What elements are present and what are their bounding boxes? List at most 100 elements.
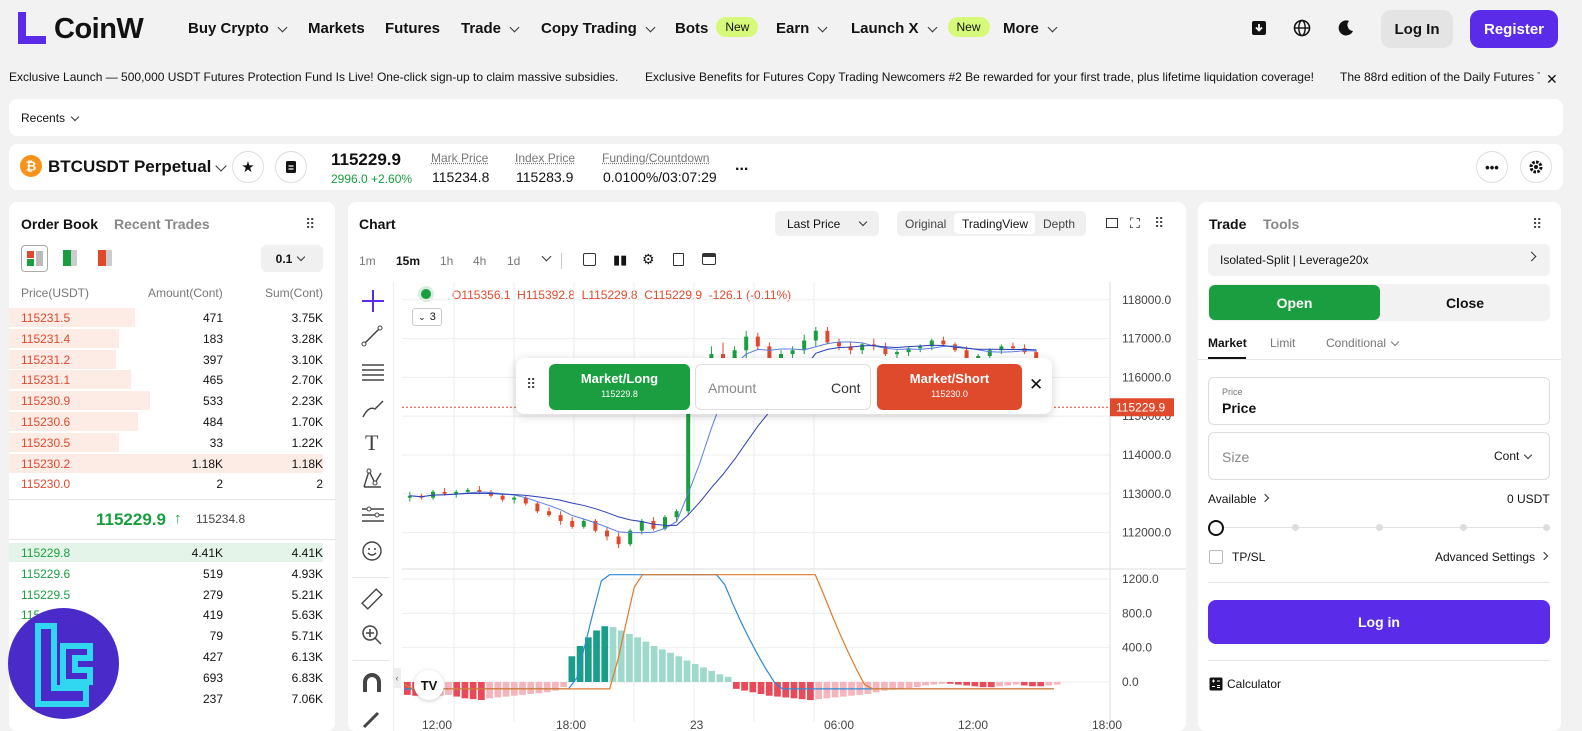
globe-icon[interactable] (1293, 19, 1311, 37)
calculator-link[interactable]: Calculator (1227, 677, 1281, 691)
settings-button[interactable] (1520, 151, 1552, 183)
magnet-icon[interactable] (361, 672, 383, 694)
slider-tick[interactable] (1543, 524, 1550, 531)
interval-1d[interactable]: 1d (507, 254, 520, 268)
pattern-icon[interactable] (361, 468, 385, 490)
forecast-icon[interactable] (361, 504, 385, 526)
slider-tick[interactable] (1376, 524, 1383, 531)
contract-info-button[interactable] (275, 151, 307, 183)
view-depth[interactable]: Depth (1043, 217, 1075, 231)
nav-copy-trading[interactable]: Copy Trading (541, 20, 658, 37)
ticker-item[interactable]: Exclusive Benefits for Futures Copy Trad… (645, 70, 1314, 84)
favorite-button[interactable]: ★ (232, 151, 264, 183)
coinw-logo[interactable]: CoinW (18, 12, 144, 46)
view-tradingview[interactable]: TradingView (962, 217, 1028, 231)
recents-dropdown[interactable]: Recents (21, 111, 82, 125)
size-unit-dropdown[interactable]: Cont (1494, 449, 1535, 463)
nav-more[interactable]: More (1003, 20, 1060, 37)
dark-mode-icon[interactable] (1337, 19, 1355, 37)
ask-row[interactable]: 115231.4 183 3.28K (9, 328, 335, 349)
more-menu-button[interactable]: ••• (1476, 151, 1508, 183)
nav-trade[interactable]: Trade (461, 20, 522, 37)
more-info-button[interactable]: ... (735, 157, 748, 175)
order-type-market[interactable]: Market (1208, 336, 1247, 350)
slider-tick[interactable] (1460, 524, 1467, 531)
close-icon[interactable]: ✕ (1029, 375, 1043, 395)
available-label[interactable]: Available (1208, 492, 1272, 506)
open-tab[interactable]: Open (1209, 285, 1380, 320)
precision-dropdown[interactable]: 0.1 (261, 245, 323, 272)
ruler-icon[interactable] (361, 588, 383, 610)
text-tool-icon[interactable]: T (365, 430, 378, 456)
tpsl-checkbox[interactable] (1209, 550, 1223, 564)
tab-recent-trades[interactable]: Recent Trades (114, 216, 210, 232)
nav-buy-crypto[interactable]: Buy Crypto (188, 20, 290, 37)
ask-row[interactable]: 115230.2 1.18K 1.18K (9, 453, 335, 474)
size-field[interactable]: Size Cont (1208, 432, 1550, 480)
crosshair-icon[interactable] (362, 290, 384, 312)
price-field[interactable]: Price Price (1208, 377, 1550, 425)
nav-earn[interactable]: Earn (776, 20, 830, 37)
ask-row[interactable]: 115231.5 471 3.75K (9, 307, 335, 328)
view-asks-button[interactable] (98, 250, 112, 266)
nav-bots[interactable]: Bots New (675, 17, 759, 37)
ask-row[interactable]: 115231.2 397 3.10K (9, 349, 335, 370)
register-button[interactable]: Register (1470, 10, 1558, 48)
mark-price-label[interactable]: Mark Price (431, 151, 488, 165)
market-short-button[interactable]: Market/Short 115230.0 (877, 364, 1022, 410)
gear-icon[interactable]: ⚙ (642, 251, 655, 268)
drag-handle-icon[interactable]: ⠿ (305, 216, 315, 233)
ask-row[interactable]: 115231.1 465 2.70K (9, 369, 335, 390)
advanced-settings-link[interactable]: Advanced Settings (1435, 550, 1551, 564)
window-icon[interactable] (1106, 218, 1118, 228)
interval-15m[interactable]: 15m (396, 254, 420, 268)
login-button[interactable]: Log In (1381, 10, 1453, 48)
view-bids-button[interactable] (63, 250, 77, 266)
nav-futures[interactable]: Futures (385, 20, 440, 37)
close-tab[interactable]: Close (1380, 285, 1550, 320)
emoji-icon[interactable] (361, 540, 383, 562)
horizontal-lines-icon[interactable] (361, 361, 385, 383)
tab-tools[interactable]: Tools (1263, 216, 1299, 232)
slider-tick[interactable] (1292, 524, 1299, 531)
symbol-selector[interactable]: BTCUSDT Perpetual (48, 157, 229, 177)
size-slider-handle[interactable] (1208, 520, 1224, 536)
indicator-icon[interactable] (583, 253, 596, 266)
zoom-in-icon[interactable] (361, 624, 383, 646)
lock-drawing-icon[interactable] (361, 708, 383, 730)
order-type-limit[interactable]: Limit (1270, 336, 1295, 350)
brush-icon[interactable] (361, 397, 385, 419)
ask-row[interactable]: 115230.9 533 2.23K (9, 390, 335, 411)
calendar-icon[interactable] (702, 253, 716, 265)
view-original[interactable]: Original (905, 217, 946, 231)
ask-row[interactable]: 115230.6 484 1.70K (9, 411, 335, 432)
candlestick-chart[interactable]: 118000.0117000.0116000.0115000.0114000.0… (402, 282, 1186, 731)
chevron-down-icon[interactable] (541, 251, 552, 262)
template-icon[interactable] (673, 253, 684, 266)
trend-line-icon[interactable] (361, 325, 383, 347)
view-both-button[interactable] (21, 245, 48, 272)
bid-row[interactable]: 115229.5 279 5.21K (9, 584, 335, 605)
market-long-button[interactable]: Market/Long 115229.8 (549, 364, 690, 410)
candle-type-icon[interactable]: ▮▮ (613, 252, 627, 268)
close-ticker-icon[interactable]: ✕ (1546, 71, 1558, 88)
nav-markets[interactable]: Markets (308, 20, 365, 37)
bid-row[interactable]: 115229.6 519 4.93K (9, 563, 335, 584)
drag-handle-icon[interactable]: ⠿ (1532, 216, 1542, 233)
interval-1h[interactable]: 1h (440, 254, 453, 268)
drag-handle-icon[interactable]: ⠿ (526, 376, 536, 393)
margin-mode-selector[interactable]: Isolated-Split | Leverage20x (1208, 244, 1550, 276)
amount-input[interactable]: Amount Cont (695, 364, 871, 410)
tab-order-book[interactable]: Order Book (21, 216, 98, 232)
ask-row[interactable]: 115230.0 2 2 (9, 473, 335, 494)
tab-trade[interactable]: Trade (1209, 216, 1246, 232)
funding-label[interactable]: Funding/Countdown (602, 151, 709, 165)
ask-row[interactable]: 115230.5 33 1.22K (9, 432, 335, 453)
bid-row[interactable]: 115229.8 4.41K 4.41K (9, 542, 335, 563)
order-type-conditional[interactable]: Conditional (1326, 336, 1402, 350)
trade-login-button[interactable]: Log in (1208, 600, 1550, 644)
interval-4h[interactable]: 4h (473, 254, 486, 268)
fullscreen-icon[interactable]: ⛶ (1130, 215, 1140, 232)
ticker-item[interactable]: Exclusive Launch — 500,000 USDT Futures … (9, 70, 618, 84)
collapse-toolbar-icon[interactable]: ‹ (393, 668, 401, 688)
